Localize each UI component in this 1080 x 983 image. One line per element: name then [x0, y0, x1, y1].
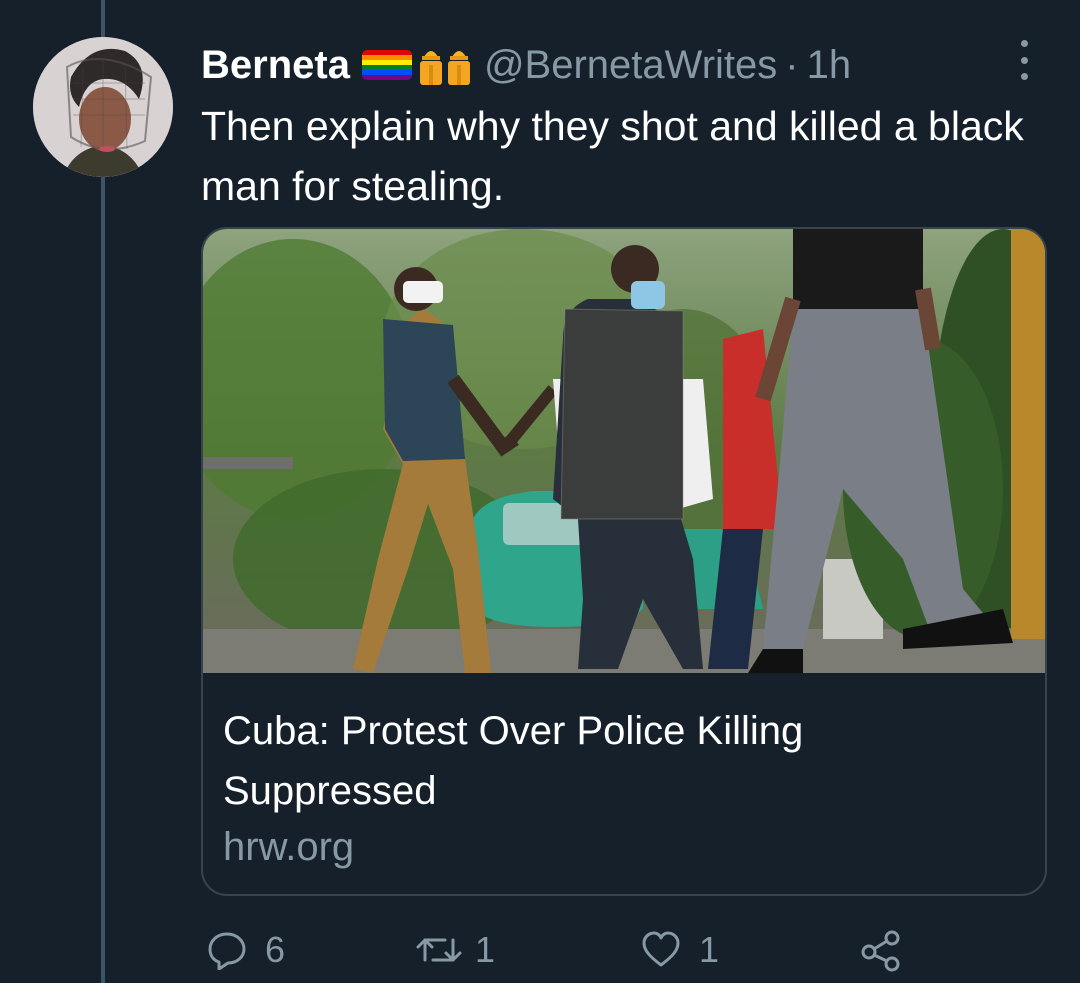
avatar[interactable] [33, 37, 173, 177]
tweet-actions: 6 1 1 [201, 924, 961, 976]
card-domain: hrw.org [223, 825, 355, 869]
display-name[interactable]: Berneta [201, 43, 350, 88]
link-card[interactable]: Cuba: Protest Over Police Killing Suppre… [201, 227, 1047, 896]
reply-button[interactable]: 6 [207, 924, 285, 976]
like-count: 1 [699, 929, 720, 970]
user-handle[interactable]: @BernetaWrites [484, 43, 777, 88]
card-title: Cuba: Protest Over Police Killing Suppre… [223, 709, 804, 813]
reply-count: 6 [265, 929, 286, 970]
tweet-text: Then explain why they shot and killed a … [201, 103, 1024, 209]
retweet-button[interactable]: 1 [415, 924, 495, 976]
avatar-photo [33, 37, 173, 177]
heart-icon [642, 931, 680, 967]
construction-workers-icon [416, 43, 474, 87]
share-icon [861, 930, 900, 972]
share-button[interactable] [859, 924, 903, 976]
retweet-icon [416, 938, 462, 962]
tweet-header: Berneta @BernetaWrites · 1h [201, 38, 851, 92]
card-image [203, 229, 1045, 673]
retweet-count: 1 [475, 929, 496, 970]
separator-dot: · [785, 42, 799, 87]
rainbow-flag-icon [361, 50, 412, 80]
timestamp[interactable]: 1h [807, 43, 852, 88]
like-button[interactable]: 1 [641, 924, 719, 976]
reply-icon [208, 932, 246, 970]
more-options-icon[interactable] [1014, 40, 1034, 80]
